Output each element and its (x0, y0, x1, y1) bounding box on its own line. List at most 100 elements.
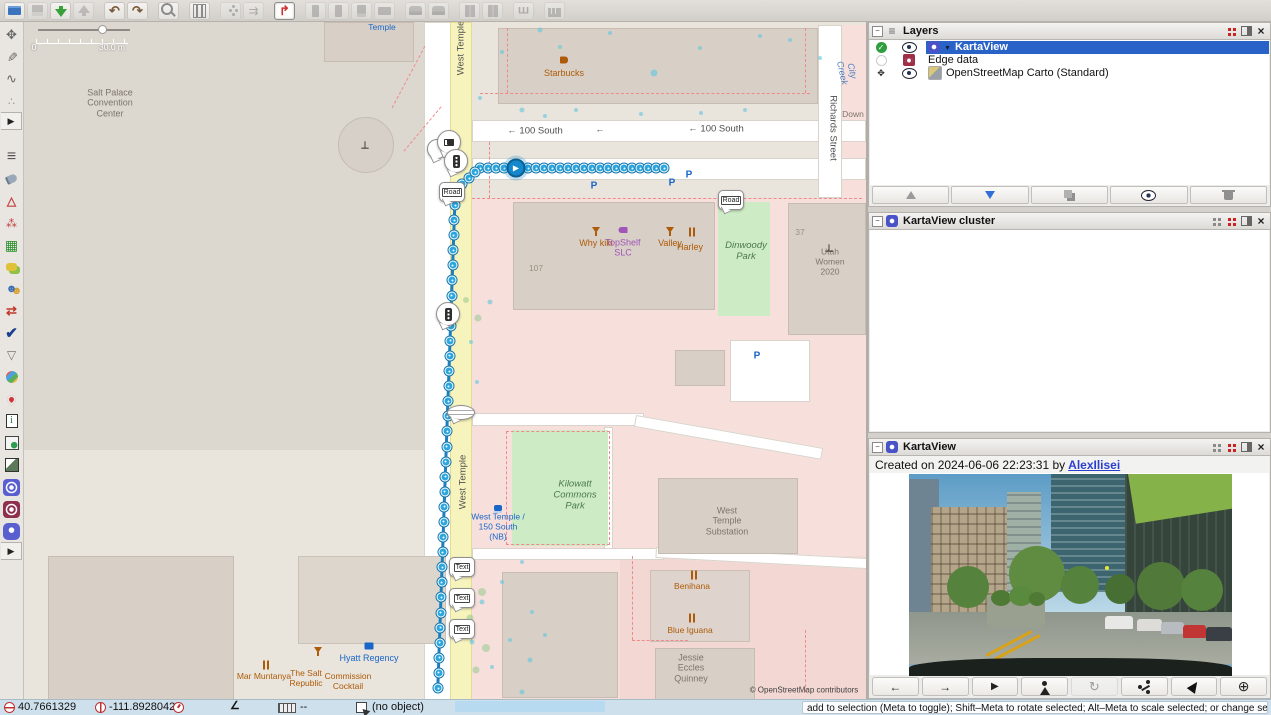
selected-photo-marker[interactable] (507, 159, 526, 178)
sticky-icon[interactable] (1225, 25, 1237, 37)
photo-track-point[interactable] (441, 457, 450, 466)
oval-balloon-marker[interactable] (447, 405, 475, 420)
layers-dialog-button[interactable] (1, 146, 23, 168)
preferences-icon[interactable] (1210, 441, 1222, 453)
building-col-button[interactable] (459, 2, 480, 20)
collapse-icon[interactable] (872, 216, 883, 227)
layer-row-kartaview[interactable]: KartaView (870, 41, 1269, 53)
street-photo[interactable] (909, 474, 1232, 680)
dock-icon[interactable] (1240, 215, 1252, 227)
car-front-button[interactable] (405, 2, 426, 20)
layer-row-edge-data[interactable]: Edge data (870, 54, 1269, 66)
photo-track-point[interactable] (440, 502, 449, 511)
photo-track-point[interactable] (437, 578, 446, 587)
merge-layer-button[interactable] (1031, 186, 1108, 204)
native-scale-icon[interactable] (877, 67, 885, 79)
inactive-layer-icon[interactable] (876, 55, 887, 66)
play-sequence-button[interactable] (972, 677, 1019, 696)
photo-track-point[interactable] (438, 563, 447, 572)
road-balloon-marker[interactable]: Road (718, 190, 744, 210)
visibility-eye-icon[interactable] (902, 68, 917, 79)
filter-dialog-button[interactable] (1, 344, 23, 366)
view-360-button[interactable] (1071, 677, 1118, 696)
photo-track-point[interactable] (449, 246, 458, 255)
photo-track-point[interactable] (447, 291, 456, 300)
photo-track-point[interactable] (445, 351, 454, 360)
photo-track-point[interactable] (449, 231, 458, 240)
collapse-icon[interactable] (872, 442, 883, 453)
map-paint-styles-button[interactable] (1, 366, 23, 388)
photo-track-point[interactable] (442, 442, 451, 451)
photo-track-point[interactable] (435, 653, 444, 662)
validator-dialog-button[interactable] (1, 322, 23, 344)
car-back-button[interactable] (428, 2, 449, 20)
zoom-search-button[interactable] (158, 2, 179, 20)
traffic-balloon-marker[interactable] (444, 149, 468, 173)
img-portrait2-button[interactable] (328, 2, 349, 20)
close-icon[interactable] (1255, 25, 1267, 37)
upload-data-button[interactable] (73, 2, 94, 20)
img-column-button[interactable] (351, 2, 372, 20)
photo-track-point[interactable] (437, 593, 446, 602)
img-portrait-button[interactable] (305, 2, 326, 20)
active-layer-check-icon[interactable] (876, 42, 887, 53)
close-icon[interactable] (1255, 441, 1267, 453)
photo-track-point[interactable] (439, 533, 448, 542)
photo-track-point[interactable] (434, 684, 443, 693)
layer-row-osm-carto[interactable]: OpenStreetMap Carto (Standard) (870, 67, 1269, 79)
dock-icon[interactable] (1240, 441, 1252, 453)
text-balloon-marker[interactable]: Text (449, 557, 475, 577)
photo-track-point[interactable] (660, 164, 669, 173)
draw-node-tool-button[interactable] (1, 46, 23, 68)
photo-track-point[interactable] (439, 517, 448, 526)
building-col2-button[interactable] (482, 2, 503, 20)
photo-track-point[interactable] (438, 548, 447, 557)
wireframe-nodes-button[interactable] (220, 2, 241, 20)
collapse-icon[interactable] (872, 26, 883, 37)
switch-viewer-button[interactable] (1021, 677, 1068, 696)
photo-track-point[interactable] (444, 397, 453, 406)
road-balloon-marker[interactable]: Road (439, 182, 465, 202)
relation-editor-button[interactable] (1, 212, 23, 234)
previous-photo-button[interactable] (872, 677, 919, 696)
edge-data-toggle-button[interactable] (1, 498, 23, 520)
photo-track-point[interactable] (471, 168, 480, 177)
save-button[interactable] (27, 2, 48, 20)
preferences-icon[interactable] (1210, 215, 1222, 227)
photo-track-point[interactable] (448, 261, 457, 270)
photo-track-point[interactable] (446, 336, 455, 345)
photo-track-point[interactable] (441, 472, 450, 481)
map-canvas[interactable]: 0 30.0 m © OpenStreetMap contributors Sa… (24, 22, 866, 699)
expand-tools-button[interactable] (1, 112, 22, 130)
photo-track-point[interactable] (435, 638, 444, 647)
img-landscape-button[interactable] (374, 2, 395, 20)
move-layer-up-button[interactable] (872, 186, 949, 204)
sticky-icon[interactable] (1225, 215, 1237, 227)
author-link[interactable]: AlexIlisei (1068, 458, 1120, 472)
toggle-layer-visibility-button[interactable] (1110, 186, 1187, 204)
dock-icon[interactable] (1240, 25, 1252, 37)
selection-dialog-button[interactable] (1, 454, 23, 476)
photo-track-point[interactable] (436, 608, 445, 617)
text-balloon-marker[interactable]: Text (449, 619, 475, 639)
tags-dialog-button[interactable] (1, 168, 23, 190)
follow-location-button[interactable] (1171, 677, 1218, 696)
factory-button[interactable] (544, 2, 565, 20)
move-layer-down-button[interactable] (951, 186, 1028, 204)
parallel-way-button[interactable] (243, 2, 264, 20)
preferences-button[interactable] (189, 2, 210, 20)
traffic-balloon-marker[interactable] (436, 302, 460, 326)
download-data-button[interactable] (50, 2, 71, 20)
text-balloon-marker[interactable]: Text (449, 588, 475, 608)
improve-accuracy-tool-button[interactable] (1, 90, 23, 112)
next-photo-button[interactable] (922, 677, 969, 696)
undo-button[interactable] (104, 2, 125, 20)
kartaview-dialog-toggle-button[interactable] (1, 520, 23, 542)
conflicts-dialog-button[interactable] (1, 300, 23, 322)
expand-dialogs-button[interactable] (1, 542, 22, 560)
share-sequence-button[interactable] (1121, 677, 1168, 696)
photo-track-point[interactable] (440, 487, 449, 496)
markers-dialog-button[interactable] (1, 388, 23, 410)
redo-button[interactable] (127, 2, 148, 20)
notes-dialog-button[interactable] (1, 256, 23, 278)
